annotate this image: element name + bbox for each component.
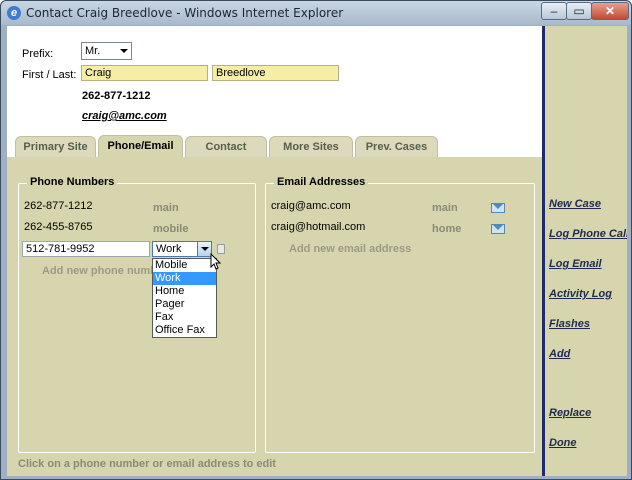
minimize-button[interactable]: – [541,2,567,20]
flashes-link[interactable]: Flashes [549,318,590,330]
prefix-label: Prefix: [22,48,54,60]
phone-type: main [153,202,179,214]
page-content: Prefix: Mr. First / Last: Craig Breedlov… [7,26,627,476]
tab-contact[interactable]: Contact [185,136,267,158]
email-type: home [432,223,462,235]
dropdown-option-work[interactable]: Work [153,272,216,285]
edit-hint: Click on a phone number or email address… [18,458,276,470]
close-button[interactable]: ✕ [591,2,629,20]
done-link[interactable]: Done [549,437,577,449]
tab-more-sites[interactable]: More Sites [269,136,353,158]
send-email-icon[interactable] [491,224,505,234]
phone-type-select[interactable]: Work [152,241,212,257]
log-email-link[interactable]: Log Email [549,258,602,270]
email-address[interactable]: craig@hotmail.com [271,221,365,233]
dropdown-option-pager[interactable]: Pager [153,298,216,311]
phone-type-value: Work [156,243,182,255]
internet-explorer-icon: e [7,6,21,20]
first-last-label: First / Last: [22,69,77,81]
chevron-down-icon[interactable] [197,242,211,256]
header-email-link[interactable]: craig@amc.com [82,110,167,122]
action-sidebar: New Case Log Phone Call Log Email Activi… [542,26,627,476]
new-case-link[interactable]: New Case [549,198,601,210]
phone-number[interactable]: 262-877-1212 [24,200,93,212]
last-name-input[interactable]: Breedlove [212,65,339,81]
chevron-down-icon [120,49,128,53]
dropdown-option-office-fax[interactable]: Office Fax [153,324,216,337]
log-phone-call-link[interactable]: Log Phone Call [549,228,627,240]
prefix-select[interactable]: Mr. [81,42,132,60]
mouse-cursor-icon [210,253,222,270]
prefix-value: Mr. [85,45,101,57]
email-addresses-title: Email Addresses [274,176,369,188]
email-address[interactable]: craig@amc.com [271,200,351,212]
phone-email-panel: Phone Numbers Email Addresses 262-877-12… [7,157,542,476]
phone-number[interactable]: 262-455-8765 [24,221,93,233]
tab-prev-cases[interactable]: Prev. Cases [355,136,438,158]
send-email-icon[interactable] [491,203,505,213]
header-phone: 262-877-1212 [82,90,151,102]
add-link[interactable]: Add [549,348,570,360]
add-phone-link[interactable]: Add new phone number [42,265,152,277]
add-email-link[interactable]: Add new email address [289,243,411,255]
first-name-input[interactable]: Craig [81,65,208,81]
browser-window: e Contact Craig Breedlove - Windows Inte… [0,0,632,480]
phone-number-input[interactable]: 512-781-9952 [22,241,150,257]
title-bar[interactable]: e Contact Craig Breedlove - Windows Inte… [1,1,631,25]
maximize-button[interactable]: ▭ [566,2,592,20]
phone-numbers-title: Phone Numbers [27,176,118,188]
phone-type: mobile [153,223,189,235]
dropdown-option-mobile[interactable]: Mobile [153,259,216,272]
tab-primary-site[interactable]: Primary Site [15,136,96,158]
dropdown-option-fax[interactable]: Fax [153,311,216,324]
phone-type-dropdown-list[interactable]: Mobile Work Home Pager Fax Office Fax [152,258,217,338]
tab-phone-email[interactable]: Phone/Email [98,135,183,159]
dropdown-option-home[interactable]: Home [153,285,216,298]
email-type: main [432,202,458,214]
replace-link[interactable]: Replace [549,407,591,419]
activity-log-link[interactable]: Activity Log [549,288,612,300]
window-title: Contact Craig Breedlove - Windows Intern… [26,6,344,20]
